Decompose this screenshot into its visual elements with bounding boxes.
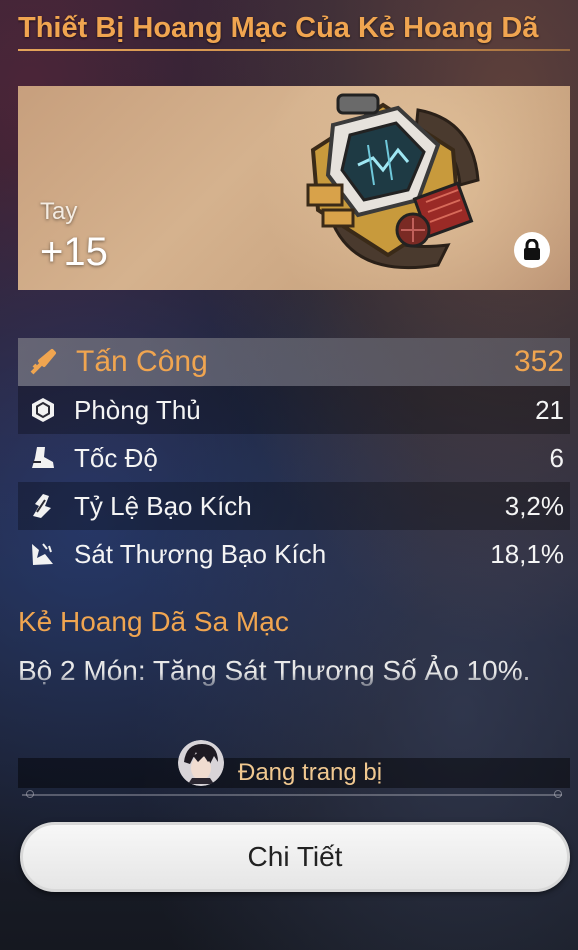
stat-row-defense: Phòng Thủ 21 (18, 386, 570, 434)
stat-label-speed: Tốc Độ (74, 442, 158, 473)
lock-icon (524, 239, 540, 260)
stat-value-crit-damage: 18,1% (490, 538, 564, 569)
stat-row-crit-rate: Tỷ Lệ Bạo Kích 3,2% (18, 482, 570, 530)
item-level: +15 (40, 230, 108, 274)
character-portrait-icon (178, 740, 224, 786)
stat-main-label: Tấn Công (76, 345, 208, 378)
crit-damage-icon (28, 539, 58, 569)
divider (22, 794, 562, 796)
stat-label-crit-rate: Tỷ Lệ Bạo Kích (74, 490, 252, 521)
item-slot: Tay (40, 198, 78, 225)
equipped-status: Đang trang bị (238, 759, 383, 786)
lock-button[interactable] (514, 232, 550, 268)
set-description: Bộ 2 Món: Tăng Sát Thương Số Ảo 10%. (18, 655, 531, 686)
stat-main-value: 352 (513, 345, 564, 378)
stat-label-defense: Phòng Thủ (74, 394, 201, 425)
gauntlet-device-icon (306, 93, 480, 270)
stat-value-speed: 6 (549, 442, 564, 473)
avatar[interactable] (178, 740, 224, 786)
stat-label-crit-damage: Sát Thương Bạo Kích (74, 538, 327, 569)
item-card: Tay +15 (18, 86, 570, 290)
stats-panel: Tấn Công 352 Phòng Thủ 21 Tốc Độ 6 Tỷ Lệ… (18, 338, 570, 578)
stat-row-main: Tấn Công 352 (18, 338, 570, 386)
divider-dot-left (26, 790, 34, 798)
stat-value-defense: 21 (535, 394, 564, 425)
boot-icon (28, 443, 58, 473)
details-button[interactable]: Chi Tiết (20, 822, 570, 892)
title-underline (18, 49, 570, 51)
set-name: Kẻ Hoang Dã Sa Mạc (18, 606, 289, 637)
sword-icon (28, 347, 58, 377)
stat-row-crit-damage: Sát Thương Bạo Kích 18,1% (18, 530, 570, 578)
divider-dot-right (554, 790, 562, 798)
item-title: Thiết Bị Hoang Mạc Của Kẻ Hoang Dã (18, 12, 539, 44)
stat-row-speed: Tốc Độ 6 (18, 434, 570, 482)
shield-icon (28, 395, 58, 425)
crit-rate-icon (28, 491, 58, 521)
stat-value-crit-rate: 3,2% (504, 490, 564, 521)
